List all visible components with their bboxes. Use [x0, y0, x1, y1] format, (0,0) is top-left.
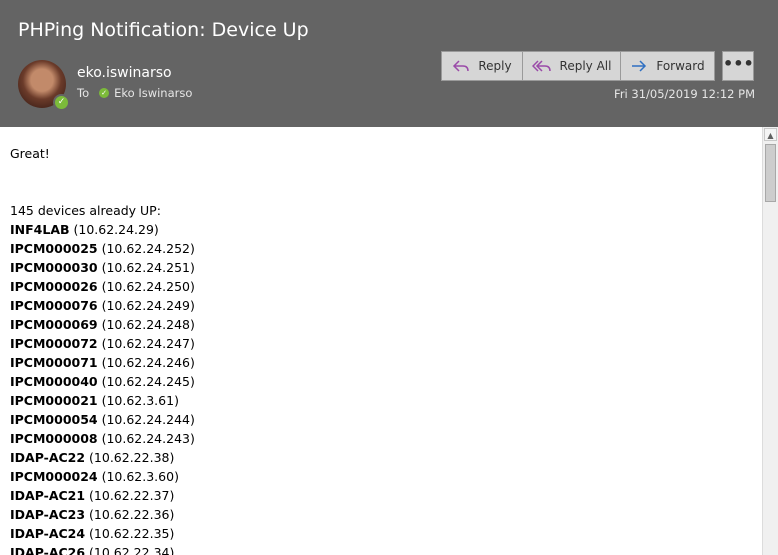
message-content: Great! 145 devices already UP: INF4LAB (…	[10, 144, 195, 555]
device-list-item: IPCM000076 (10.62.24.249)	[10, 296, 195, 315]
device-hostname: IPCM000054	[10, 412, 98, 427]
device-hostname: IPCM000024	[10, 469, 98, 484]
device-ip: (10.62.24.248)	[97, 317, 195, 332]
scroll-up-arrow-icon[interactable]: ▲	[764, 128, 777, 141]
device-ip: (10.62.3.60)	[97, 469, 179, 484]
device-list: INF4LAB (10.62.24.29) IPCM000025 (10.62.2…	[10, 220, 195, 555]
email-subject: PHPing Notification: Device Up	[18, 19, 309, 41]
device-ip: (10.62.22.35)	[85, 526, 175, 541]
summary-text: 145 devices already UP:	[10, 203, 161, 218]
device-ip: (10.62.24.243)	[97, 431, 195, 446]
recipients-row: To ✓ Eko Iswinarso	[77, 86, 192, 100]
device-ip: (10.62.24.244)	[97, 412, 195, 427]
response-actions: Reply Reply All Forward	[441, 51, 715, 81]
device-ip: (10.62.3.61)	[97, 393, 179, 408]
forward-button[interactable]: Forward	[621, 51, 715, 81]
device-hostname: IPCM000072	[10, 336, 98, 351]
device-list-item: IPCM000054 (10.62.24.244)	[10, 410, 195, 429]
reply-all-label: Reply All	[559, 59, 612, 73]
message-body: Great! 145 devices already UP: INF4LAB (…	[0, 127, 762, 555]
reply-all-button[interactable]: Reply All	[523, 51, 621, 81]
forward-icon	[632, 60, 647, 72]
device-hostname: IPCM000021	[10, 393, 98, 408]
reading-pane-header: PHPing Notification: Device Up ✓ eko.isw…	[0, 0, 778, 127]
reply-icon	[453, 60, 470, 72]
forward-label: Forward	[656, 59, 705, 73]
device-list-item: IDAP-AC26 (10.62.22.34)	[10, 543, 195, 555]
device-ip: (10.62.24.251)	[97, 260, 195, 275]
device-ip: (10.62.24.245)	[97, 374, 195, 389]
reply-all-icon	[531, 60, 551, 72]
device-ip: (10.62.22.37)	[85, 488, 175, 503]
device-ip: (10.62.22.36)	[85, 507, 175, 522]
device-hostname: INF4LAB	[10, 222, 70, 237]
greeting-text: Great!	[10, 146, 50, 161]
device-ip: (10.62.22.34)	[85, 545, 175, 555]
device-list-item: INF4LAB (10.62.24.29)	[10, 220, 195, 239]
device-ip: (10.62.24.249)	[97, 298, 195, 313]
scrollbar-thumb[interactable]	[765, 144, 776, 202]
device-hostname: IPCM000071	[10, 355, 98, 370]
recipient-presence-icon: ✓	[99, 88, 110, 98]
vertical-scrollbar[interactable]: ▲	[762, 127, 778, 555]
device-ip: (10.62.24.29)	[69, 222, 159, 237]
device-hostname: IDAP-AC21	[10, 488, 86, 503]
device-list-item: IDAP-AC21 (10.62.22.37)	[10, 486, 195, 505]
device-hostname: IDAP-AC23	[10, 507, 86, 522]
device-hostname: IDAP-AC24	[10, 526, 86, 541]
device-hostname: IDAP-AC26	[10, 545, 86, 555]
device-hostname: IDAP-AC22	[10, 450, 86, 465]
device-hostname: IPCM000030	[10, 260, 98, 275]
reply-label: Reply	[478, 59, 512, 73]
device-list-item: IPCM000008 (10.62.24.243)	[10, 429, 195, 448]
device-list-item: IPCM000072 (10.62.24.247)	[10, 334, 195, 353]
device-hostname: IPCM000076	[10, 298, 98, 313]
device-ip: (10.62.24.252)	[97, 241, 195, 256]
reply-button[interactable]: Reply	[441, 51, 523, 81]
device-list-item: IPCM000024 (10.62.3.60)	[10, 467, 195, 486]
more-actions-button[interactable]: •••	[722, 51, 754, 81]
device-list-item: IPCM000030 (10.62.24.251)	[10, 258, 195, 277]
device-list-item: IDAP-AC24 (10.62.22.35)	[10, 524, 195, 543]
sent-date: Fri 31/05/2019 12:12 PM	[614, 87, 755, 101]
device-list-item: IPCM000069 (10.62.24.248)	[10, 315, 195, 334]
device-hostname: IPCM000025	[10, 241, 98, 256]
device-hostname: IPCM000069	[10, 317, 98, 332]
presence-available-icon: ✓	[53, 94, 70, 111]
device-ip: (10.62.22.38)	[85, 450, 175, 465]
sender-name[interactable]: eko.iswinarso	[77, 65, 172, 81]
device-hostname: IPCM000040	[10, 374, 98, 389]
device-list-item: IPCM000025 (10.62.24.252)	[10, 239, 195, 258]
device-list-item: IPCM000021 (10.62.3.61)	[10, 391, 195, 410]
device-hostname: IPCM000026	[10, 279, 98, 294]
device-list-item: IPCM000040 (10.62.24.245)	[10, 372, 195, 391]
device-list-item: IPCM000026 (10.62.24.250)	[10, 277, 195, 296]
device-list-item: IPCM000071 (10.62.24.246)	[10, 353, 195, 372]
device-list-item: IDAP-AC23 (10.62.22.36)	[10, 505, 195, 524]
device-ip: (10.62.24.250)	[97, 279, 195, 294]
device-ip: (10.62.24.246)	[97, 355, 195, 370]
to-label: To	[77, 86, 90, 100]
device-hostname: IPCM000008	[10, 431, 98, 446]
device-ip: (10.62.24.247)	[97, 336, 195, 351]
device-list-item: IDAP-AC22 (10.62.22.38)	[10, 448, 195, 467]
recipient-name[interactable]: Eko Iswinarso	[114, 86, 192, 100]
